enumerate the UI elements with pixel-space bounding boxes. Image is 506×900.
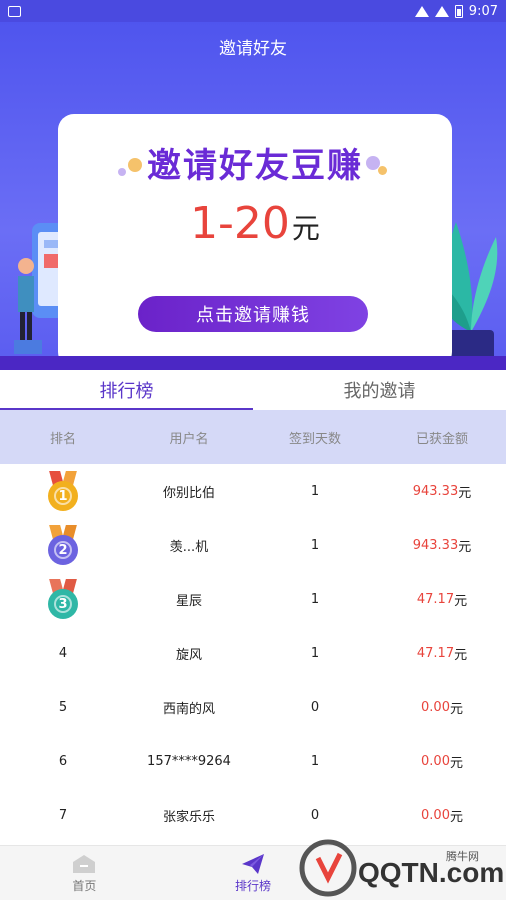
invite-cta-button[interactable]: 点击邀请赚钱 <box>138 296 368 332</box>
row-days: 1 <box>310 645 320 661</box>
row-amount: 0.00 元 <box>421 807 463 825</box>
table-row[interactable]: 1 你别比伯 1 943.33 元 <box>0 464 506 518</box>
qqtn-watermark: QQTN.com 腾牛网 <box>299 839 504 897</box>
row-amount: 0.00 元 <box>421 699 463 717</box>
row-amount: 47.17 元 <box>416 645 468 663</box>
silver-medal-icon: 2 <box>48 525 78 565</box>
row-amount: 0.00 元 <box>421 753 463 771</box>
row-rank: 4 <box>58 645 68 661</box>
table-row[interactable]: 5 西南的风 0 0.00 元 <box>0 680 506 734</box>
row-username: 你别比伯 <box>162 485 215 501</box>
row-username: 羡...机 <box>169 539 209 555</box>
tab-my-invites[interactable]: 我的邀请 <box>253 370 506 410</box>
table-row[interactable]: 6 157****9264 1 0.00 元 <box>0 734 506 788</box>
watermark-brand: 腾牛网 <box>446 849 479 863</box>
row-amount: 943.33 元 <box>412 537 472 555</box>
gold-medal-icon: 1 <box>48 471 78 511</box>
table-row[interactable]: 2 羡...机 1 943.33 元 <box>0 518 506 572</box>
row-username: 星辰 <box>175 593 202 609</box>
wifi-icon <box>414 5 429 17</box>
row-days: 1 <box>310 753 320 769</box>
reward-amount: 1-20元 <box>58 198 452 249</box>
row-rank: 5 <box>58 699 68 715</box>
row-rank: 6 <box>58 753 68 769</box>
header-checkin-days: 签到天数 <box>288 431 341 447</box>
hero-banner: 邀请好友 邀请好友豆赚 1-20元 点击邀请赚钱 <box>0 22 506 370</box>
table-row[interactable]: 7 张家乐乐 0 0.00 元 <box>0 788 506 842</box>
row-amount: 943.33 元 <box>412 483 472 501</box>
row-username: 张家乐乐 <box>162 809 215 825</box>
row-days: 0 <box>310 807 320 823</box>
row-days: 0 <box>310 699 320 715</box>
header-username: 用户名 <box>169 431 209 447</box>
banner-headline: 邀请好友豆赚 <box>147 146 363 186</box>
header-amount: 已获金额 <box>415 431 468 447</box>
table-row[interactable]: 3 星辰 1 47.17 元 <box>0 572 506 626</box>
row-days: 1 <box>310 591 320 607</box>
table-row[interactable]: 4 旋风 1 47.17 元 <box>0 626 506 680</box>
leaderboard-list: 1 你别比伯 1 943.33 元 2 羡...机 1 943.33 元 3 星辰 … <box>0 464 506 842</box>
nav-home[interactable]: 首页 <box>0 846 169 900</box>
page-title: 邀请好友 <box>219 39 287 59</box>
status-bar: 9:07 <box>0 0 506 22</box>
status-time: 9:07 <box>468 3 498 19</box>
row-amount: 47.17 元 <box>416 591 468 609</box>
battery-icon <box>454 4 463 18</box>
notification-icon <box>8 5 21 17</box>
paper-plane-icon <box>240 853 266 875</box>
signal-icon <box>434 5 449 17</box>
tab-leaderboard[interactable]: 排行榜 <box>0 370 253 410</box>
row-days: 1 <box>310 537 320 553</box>
amount-unit: 元 <box>291 212 320 245</box>
invite-card: 邀请好友豆赚 1-20元 点击邀请赚钱 <box>58 114 452 368</box>
nav-home-label: 首页 <box>72 878 97 893</box>
header-rank: 排名 <box>49 431 76 447</box>
bronze-medal-icon: 3 <box>48 579 78 619</box>
home-icon <box>71 853 97 875</box>
table-header: 排名 用户名 签到天数 已获金额 <box>0 410 506 464</box>
row-days: 1 <box>310 483 320 499</box>
watermark-text: QQTN.com <box>358 857 504 888</box>
amount-value: 1-20 <box>190 198 290 249</box>
row-username: 旋风 <box>175 647 202 663</box>
row-username: 西南的风 <box>162 701 215 717</box>
row-rank: 7 <box>58 807 68 823</box>
nav-leaderboard-label: 排行榜 <box>235 878 272 893</box>
row-username: 157****9264 <box>147 753 231 769</box>
tab-bar: 排行榜 我的邀请 <box>0 370 506 410</box>
